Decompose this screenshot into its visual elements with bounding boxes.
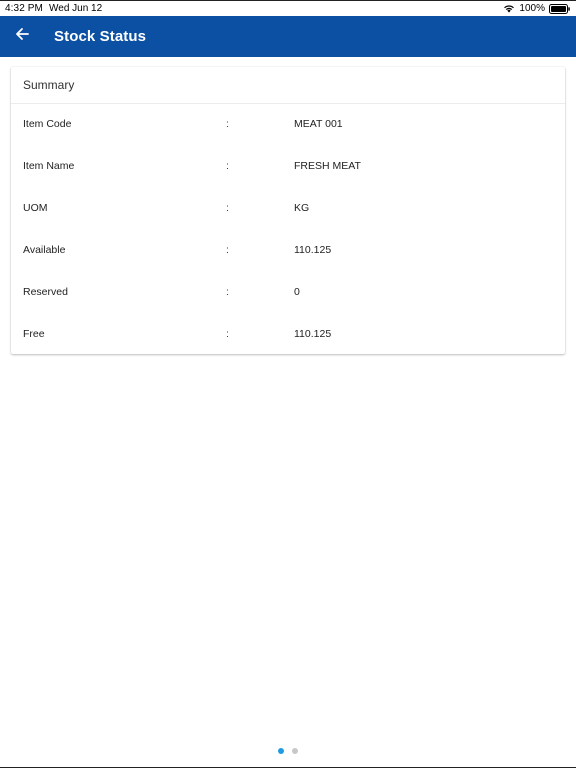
row-separator: : <box>226 160 229 172</box>
row-value: 110.125 <box>294 328 332 340</box>
row-separator: : <box>226 202 229 214</box>
page-dot-1[interactable] <box>278 748 284 754</box>
row-label: Reserved <box>23 286 68 298</box>
row-label: Item Name <box>23 160 75 172</box>
row-separator: : <box>226 244 229 256</box>
summary-row-item-name: Item Name : FRESH MEAT <box>11 146 565 188</box>
page-title: Stock Status <box>54 28 147 45</box>
row-label: Item Code <box>23 118 72 130</box>
summary-card: Summary Item Code : MEAT 001 Item Name :… <box>11 67 565 354</box>
row-value: MEAT 001 <box>294 118 343 130</box>
row-label: UOM <box>23 202 48 214</box>
row-value: 0 <box>294 286 300 298</box>
status-time: 4:32 PM <box>5 3 43 14</box>
row-label: Free <box>23 328 45 340</box>
summary-row-free: Free : 110.125 <box>11 314 565 356</box>
row-separator: : <box>226 118 229 130</box>
status-right: 100% <box>503 3 570 14</box>
page-indicator <box>0 748 576 756</box>
app-bar: Stock Status <box>0 16 576 57</box>
summary-rows: Item Code : MEAT 001 Item Name : FRESH M… <box>11 104 565 356</box>
battery-percent: 100% <box>519 3 545 14</box>
wifi-icon <box>503 4 515 13</box>
back-button[interactable] <box>11 26 33 48</box>
page-dot-2[interactable] <box>292 748 298 754</box>
status-date: Wed Jun 12 <box>49 3 103 14</box>
summary-title: Summary <box>11 67 565 104</box>
summary-row-item-code: Item Code : MEAT 001 <box>11 104 565 146</box>
battery-icon <box>549 3 570 14</box>
summary-row-reserved: Reserved : 0 <box>11 272 565 314</box>
row-value: FRESH MEAT <box>294 160 361 172</box>
row-separator: : <box>226 328 229 340</box>
summary-row-uom: UOM : KG <box>11 188 565 230</box>
row-value: 110.125 <box>294 244 332 256</box>
arrow-left-icon <box>15 27 29 46</box>
status-bar: 4:32 PM Wed Jun 12 100% <box>0 0 576 16</box>
row-separator: : <box>226 286 229 298</box>
summary-row-available: Available : 110.125 <box>11 230 565 272</box>
row-label: Available <box>23 244 66 256</box>
row-value: KG <box>294 202 310 214</box>
